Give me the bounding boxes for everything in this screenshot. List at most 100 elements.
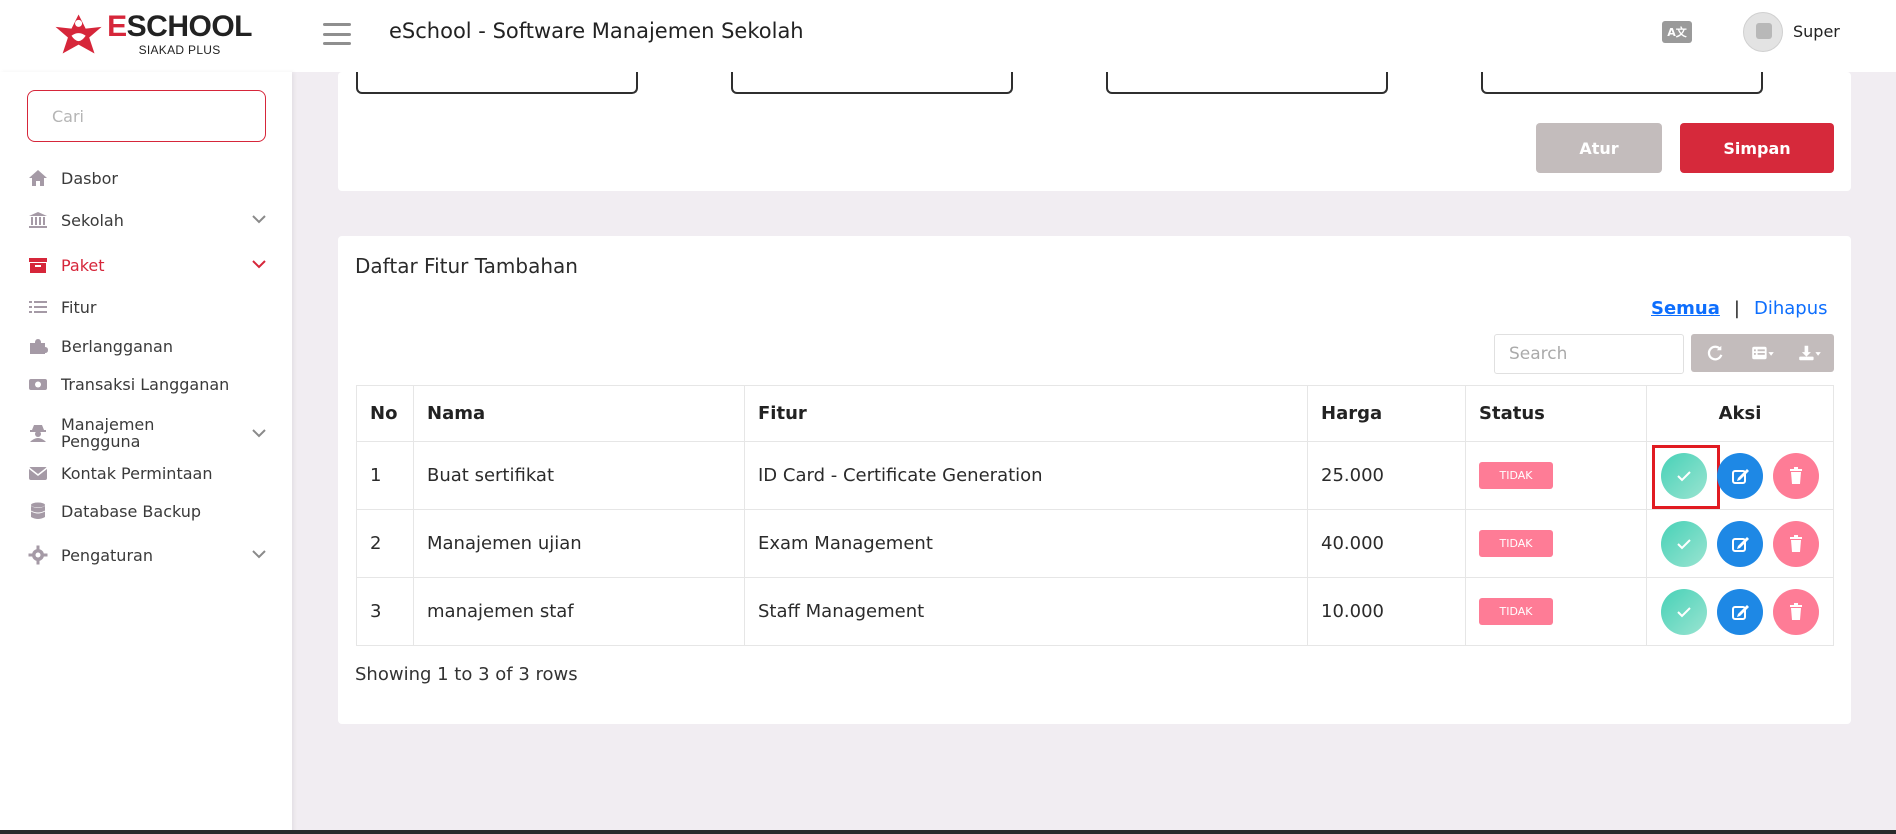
- logo-title-rest: SCHOOL: [126, 9, 253, 43]
- check-icon: [1677, 470, 1691, 481]
- pagination-info: Showing 1 to 3 of 3 rows: [355, 664, 578, 685]
- column-header-status[interactable]: Status: [1465, 385, 1647, 442]
- delete-button[interactable]: [1773, 452, 1819, 499]
- atur-button[interactable]: Atur: [1536, 123, 1662, 173]
- sidebar-item-database-backup[interactable]: Database Backup: [27, 496, 267, 526]
- cell-status: TIDAK: [1465, 577, 1647, 646]
- package-slot[interactable]: [1106, 72, 1388, 94]
- sidebar-item-kontak-permintaan[interactable]: Kontak Permintaan: [27, 458, 267, 488]
- sidebar-item-label: Transaksi Langganan: [61, 374, 230, 394]
- sidebar-item-transaksi-langganan[interactable]: Transaksi Langganan: [27, 369, 267, 399]
- database-icon: [27, 501, 49, 521]
- column-header-fitur[interactable]: Fitur: [744, 385, 1308, 442]
- cell-fitur: Staff Management: [744, 577, 1308, 646]
- sidebar-search-input[interactable]: [27, 90, 266, 142]
- status-badge: TIDAK: [1479, 530, 1553, 557]
- column-header-nama[interactable]: Nama: [413, 385, 745, 442]
- download-icon: [1799, 345, 1821, 361]
- avatar[interactable]: [1743, 12, 1783, 52]
- column-header-harga[interactable]: Harga: [1307, 385, 1466, 442]
- user-name[interactable]: Super: [1793, 22, 1840, 41]
- taskbar-strip: [0, 830, 1896, 834]
- sidebar-item-label: Sekolah: [61, 210, 124, 230]
- gear-icon: [27, 545, 49, 565]
- list-icon: [27, 297, 49, 317]
- status-badge: TIDAK: [1479, 462, 1553, 489]
- column-header-aksi: Aksi: [1646, 385, 1834, 442]
- package-slot[interactable]: [356, 72, 638, 94]
- sidebar-item-label: Dasbor: [61, 168, 118, 188]
- table-header-row: No Nama Fitur Harga Status Aksi: [356, 385, 1834, 442]
- trash-icon: [1790, 534, 1802, 552]
- trash-icon: [1790, 466, 1802, 484]
- cell-aksi: [1646, 441, 1834, 510]
- approve-button[interactable]: [1661, 588, 1707, 635]
- sidebar-item-paket[interactable]: Paket: [27, 250, 267, 280]
- cell-no: 3: [356, 577, 414, 646]
- cell-no: 1: [356, 441, 414, 510]
- logo-subtitle: SIAKAD PLUS: [138, 42, 221, 57]
- columns-toggle-button[interactable]: [1739, 334, 1787, 372]
- chevron-down-icon: [252, 215, 266, 224]
- cell-aksi: [1646, 509, 1834, 578]
- filter-separator: |: [1733, 298, 1740, 319]
- approve-button[interactable]: [1661, 520, 1707, 567]
- cell-harga: 10.000: [1307, 577, 1466, 646]
- edit-button[interactable]: [1717, 588, 1763, 635]
- sidebar-item-fitur[interactable]: Fitur: [27, 292, 267, 322]
- cell-no: 2: [356, 509, 414, 578]
- table-toolbar: [1691, 334, 1834, 372]
- sidebar-item-label: Pengaturan: [61, 545, 153, 565]
- sidebar-item-pengaturan[interactable]: Pengaturan: [27, 540, 267, 570]
- table-row: 1 Buat sertifikat ID Card - Certificate …: [356, 441, 1834, 510]
- delete-button[interactable]: [1773, 520, 1819, 567]
- sidebar: Dasbor Sekolah Paket Fitur Berlangganan …: [0, 72, 292, 834]
- sidebar-item-label: Berlangganan: [61, 336, 173, 356]
- simpan-button[interactable]: Simpan: [1680, 123, 1834, 173]
- money-icon: [27, 374, 49, 394]
- top-header: ESCHOOL SIAKAD PLUS eSchool - Software M…: [0, 0, 1896, 72]
- package-slot[interactable]: [731, 72, 1013, 94]
- menu-toggle-icon[interactable]: [323, 20, 351, 48]
- eschool-logo[interactable]: ESCHOOL SIAKAD PLUS: [52, 8, 253, 60]
- filter-deleted-link[interactable]: Dihapus: [1754, 298, 1828, 319]
- edit-icon: [1732, 468, 1749, 484]
- cell-nama: Manajemen ujian: [413, 509, 745, 578]
- cell-aksi: [1646, 577, 1834, 646]
- package-slot[interactable]: [1481, 72, 1763, 94]
- edit-icon: [1732, 536, 1749, 552]
- column-header-no[interactable]: No: [356, 385, 414, 442]
- chevron-down-icon: [252, 429, 266, 438]
- sidebar-item-berlangganan[interactable]: Berlangganan: [27, 331, 267, 361]
- edit-button[interactable]: [1717, 520, 1763, 567]
- cell-harga: 25.000: [1307, 441, 1466, 510]
- cell-status: TIDAK: [1465, 441, 1647, 510]
- export-button[interactable]: [1786, 334, 1834, 372]
- check-icon: [1677, 538, 1691, 549]
- feature-table: No Nama Fitur Harga Status Aksi 1 Buat s…: [356, 385, 1834, 646]
- status-badge: TIDAK: [1479, 598, 1553, 625]
- school-building-icon: [27, 210, 49, 230]
- table-search-input[interactable]: [1494, 334, 1684, 374]
- approve-button[interactable]: [1652, 444, 1720, 509]
- translate-icon[interactable]: A文: [1662, 21, 1692, 43]
- filter-all-link[interactable]: Semua: [1651, 298, 1720, 319]
- puzzle-icon: [27, 336, 49, 356]
- refresh-button[interactable]: [1691, 334, 1739, 372]
- edit-icon: [1732, 604, 1749, 620]
- edit-button[interactable]: [1717, 452, 1763, 499]
- sidebar-item-dasbor[interactable]: Dasbor: [27, 163, 267, 193]
- archive-box-icon: [27, 255, 49, 275]
- cell-harga: 40.000: [1307, 509, 1466, 578]
- filter-links: Semua | Dihapus: [1651, 298, 1827, 319]
- sidebar-item-sekolah[interactable]: Sekolah: [27, 205, 267, 235]
- user-secret-icon: [27, 423, 49, 443]
- home-icon: [27, 168, 49, 188]
- envelope-icon: [27, 463, 49, 483]
- sidebar-item-label: Kontak Permintaan: [61, 463, 213, 483]
- cell-fitur: ID Card - Certificate Generation: [744, 441, 1308, 510]
- delete-button[interactable]: [1773, 588, 1819, 635]
- sidebar-item-label: Paket: [61, 255, 105, 275]
- sidebar-item-label: Database Backup: [61, 501, 202, 521]
- sidebar-item-manajemen-pengguna[interactable]: Manajemen Pengguna: [27, 412, 267, 454]
